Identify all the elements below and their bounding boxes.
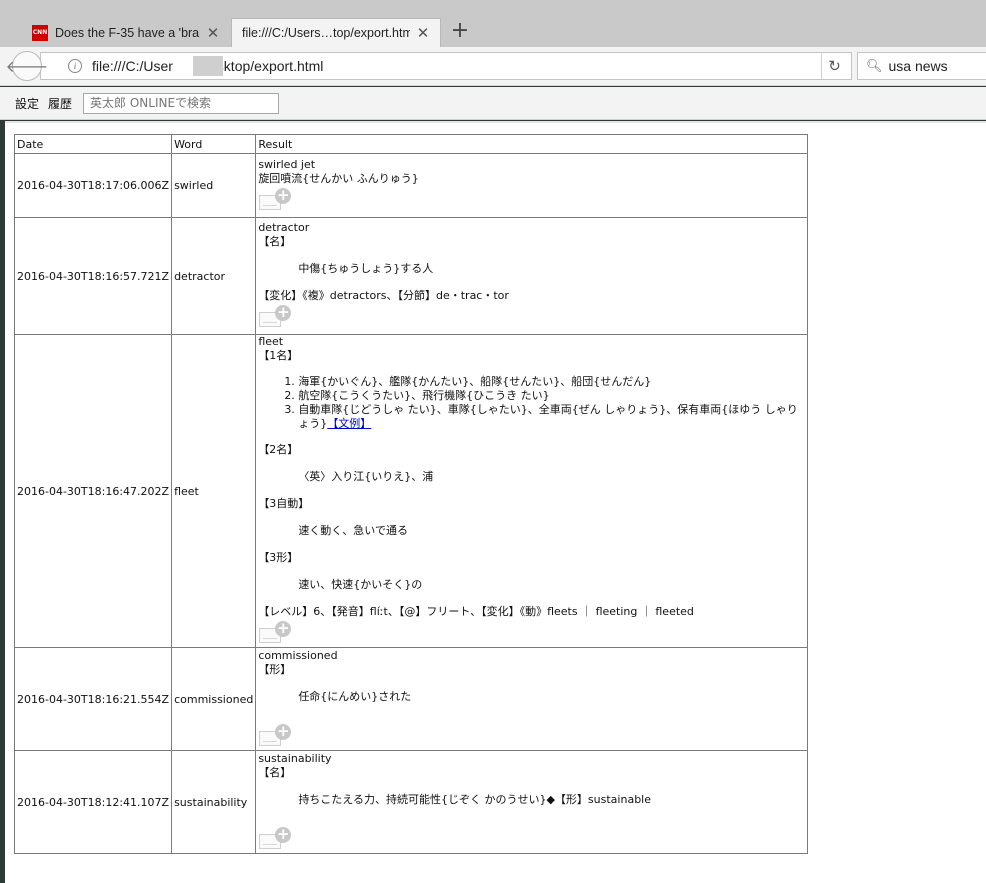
tab-export[interactable]: file:///C:/Users…top/export.html ✕ (231, 18, 441, 47)
word-cell: commissioned (171, 647, 257, 751)
header-result: Result (255, 134, 808, 154)
navigation-bar: i file:///C:/User Desktop/export.html ↻ 🡐… (0, 47, 986, 86)
example-link[interactable]: 【文例】 (327, 417, 371, 430)
word-cell: sustainability (171, 750, 257, 854)
table-row: 2016-04-30T18:12:41.107Z sustainability … (13, 750, 808, 854)
date-cell: 2016-04-30T18:16:47.202Z (13, 334, 173, 648)
add-note-icon[interactable]: + (259, 305, 292, 329)
add-note-icon[interactable]: + (259, 723, 292, 748)
search-value: usa news (888, 58, 948, 74)
table-row: 2016-04-30T18:16:57.721Z detractor detra… (13, 217, 808, 335)
tab-title: Does the F-35 have a 'brai… (55, 25, 200, 40)
close-tab-icon[interactable]: ✕ (206, 24, 220, 42)
result-pos: 【3形】 (258, 551, 299, 564)
close-tab-icon[interactable]: ✕ (416, 24, 430, 42)
history-link[interactable]: 履歴 (48, 95, 72, 112)
url-text[interactable]: file:///C:/User Desktop/export.html (92, 56, 821, 76)
sense-list: 海軍{かいぐん}、艦隊{かんたい}、船隊{せんたい}、船団{せんだん} 航空隊{… (258, 375, 805, 431)
date-cell: 2016-04-30T18:12:41.107Z (13, 750, 173, 854)
date-cell: 2016-04-30T18:17:06.006Z (13, 153, 173, 218)
page-content: Date Word Result 2016-04-30T18:17:06.006… (5, 121, 986, 883)
settings-link[interactable]: 設定 (15, 95, 39, 112)
result-definition: 〈英〉入り江{いりえ}、浦 (298, 470, 434, 483)
result-definition: 中傷{ちゅうしょう}する人 (298, 262, 434, 275)
add-note-icon[interactable]: + (259, 621, 292, 645)
word-cell: detractor (171, 217, 257, 335)
cnn-favicon-icon: CNN (32, 24, 48, 41)
result-cell: sustainability 【名】 持ちこたえる力、持続可能性{じぞく かのう… (255, 750, 808, 854)
reload-icon[interactable]: ↻ (821, 53, 847, 79)
result-definition: 旋回噴流{せんかい ふんりゅう} (258, 171, 419, 185)
result-headword: commissioned (258, 648, 338, 662)
tab-title: file:///C:/Users…top/export.html (242, 26, 410, 40)
word-cell: swirled (171, 153, 257, 218)
result-definition: 速く動く、急いで通る (298, 524, 408, 537)
redacted-mask (193, 56, 223, 76)
export-table: Date Word Result 2016-04-30T18:17:06.006… (13, 134, 808, 854)
tab-cnn[interactable]: CNN Does the F-35 have a 'brai… ✕ (22, 18, 230, 47)
table-row: 2016-04-30T18:17:06.006Z swirled swirled… (13, 153, 808, 218)
tab-strip: CNN Does the F-35 have a 'brai… ✕ file:/… (0, 0, 986, 47)
result-cell: swirled jet 旋回噴流{せんかい ふんりゅう} + (255, 153, 808, 218)
result-cell: commissioned 【形】 任命{にんめい}された + (255, 647, 808, 751)
table-row: 2016-04-30T18:16:21.554Z commissioned co… (13, 647, 808, 751)
result-headword: fleet (258, 335, 284, 348)
result-cell: detractor 【名】 中傷{ちゅうしょう}する人 【変化】《複》detra… (255, 217, 808, 335)
result-headword: detractor (258, 221, 310, 234)
result-extra: 【レベル】6、【発音】flíːt、【@】フリート、【変化】《動》fleets ｜… (258, 605, 694, 618)
result-pos: 【名】 (258, 235, 292, 248)
new-tab-plus-icon[interactable]: + (450, 20, 470, 44)
dictionary-search-input[interactable] (83, 92, 280, 114)
result-headword: swirled jet (258, 157, 316, 171)
add-note-icon[interactable]: + (259, 826, 292, 851)
search-icon: 🔍︎ (866, 58, 883, 73)
list-item: 自動車隊{じどうしゃ たい}、車隊{しゃたい}、全車両{ぜん しゃりょう}、保有… (298, 403, 805, 431)
result-pos: 【2名】 (258, 443, 299, 456)
url-bar[interactable]: i file:///C:/User Desktop/export.html ↻ (40, 52, 852, 80)
result-pos: 【形】 (258, 662, 292, 676)
table-header-row: Date Word Result (13, 134, 808, 154)
result-pos: 【名】 (258, 765, 292, 779)
result-headword: sustainability (258, 751, 332, 765)
add-note-icon[interactable]: + (259, 187, 292, 212)
bookmark-toolbar: 設定 履歴 (0, 87, 986, 120)
header-word: Word (171, 134, 257, 154)
result-cell: fleet 【1名】 海軍{かいぐん}、艦隊{かんたい}、船隊{せんたい}、船団… (255, 334, 808, 648)
word-cell: fleet (171, 334, 257, 648)
list-item: 航空隊{こうくうたい}、飛行機隊{ひこうき たい} (298, 389, 805, 403)
result-definition: 持ちこたえる力、持続可能性{じぞく かのうせい}◆【形】sustainable (298, 792, 651, 806)
result-extra: 【変化】《複》detractors、【分節】de・trac・tor (258, 289, 509, 302)
list-item: 海軍{かいぐん}、艦隊{かんたい}、船隊{せんたい}、船団{せんだん} (298, 375, 805, 389)
table-row: 2016-04-30T18:16:47.202Z fleet fleet 【1名… (13, 334, 808, 648)
info-icon[interactable]: i (68, 59, 82, 73)
back-arrow-icon[interactable]: 🡐 (6, 51, 48, 81)
result-pos: 【3自動】 (258, 497, 310, 510)
search-bar[interactable]: 🔍︎ usa news (857, 52, 986, 80)
result-pos: 【1名】 (258, 349, 299, 362)
result-definition: 速い、快速{かいそく}の (298, 578, 423, 591)
result-definition: 任命{にんめい}された (298, 689, 412, 703)
date-cell: 2016-04-30T18:16:57.721Z (13, 217, 173, 335)
date-cell: 2016-04-30T18:16:21.554Z (13, 647, 173, 751)
header-date: Date (13, 134, 173, 154)
